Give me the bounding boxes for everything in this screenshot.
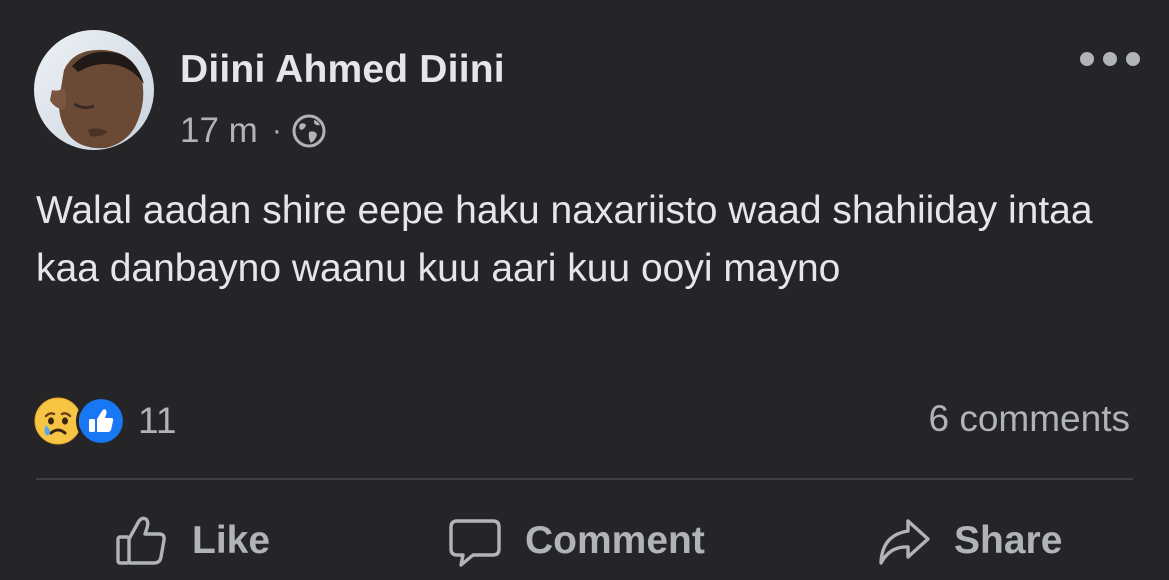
post-time[interactable]: 17 m [180,111,258,151]
share-icon [879,519,930,565]
author-avatar[interactable] [34,30,154,150]
author-name[interactable]: Diini Ahmed Diini [180,48,505,92]
like-reaction-icon [76,396,126,446]
post-meta: 17 m · [180,110,326,152]
post-card: Diini Ahmed Diini 17 m · Walal aadan shi… [0,0,1169,580]
meta-separator: · [271,114,282,147]
comment-button[interactable]: Comment [447,510,705,572]
share-button[interactable]: Share [876,510,1062,572]
like-label: Like [192,519,271,562]
post-text: Walal aadan shire eepe haku naxariisto w… [36,189,1093,290]
share-label: Share [954,519,1063,562]
reaction-count: 11 [138,400,177,441]
actions-divider [36,478,1133,480]
like-icon [116,516,166,565]
like-button[interactable]: Like [114,510,270,572]
reactions-summary[interactable]: 11 [34,396,176,446]
globe-icon [292,114,326,148]
comments-count[interactable]: 6 comments [928,398,1130,440]
comment-icon [449,519,501,567]
more-options-icon[interactable] [1080,44,1140,74]
comment-label: Comment [525,519,705,562]
sad-reaction-icon [34,397,82,445]
